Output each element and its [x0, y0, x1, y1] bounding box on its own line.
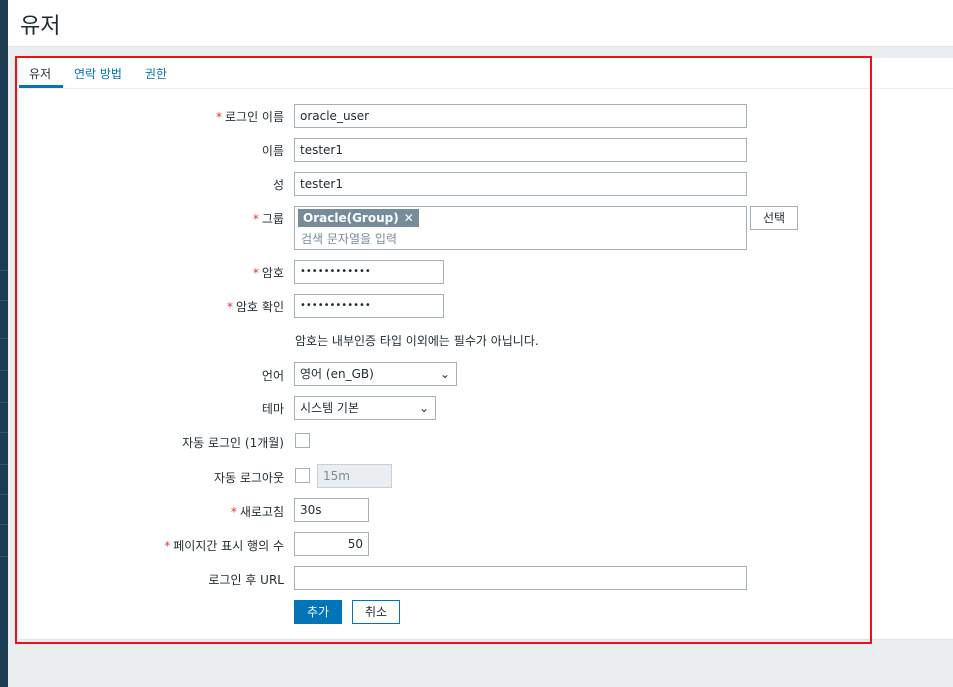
rows-per-page-label: * 페이지간 표시 행의 수 [164, 539, 284, 553]
name-input[interactable]: tester1 [294, 138, 747, 162]
surname-label: 성 [272, 178, 284, 192]
theme-select[interactable]: 시스템 기본 ⌄ [294, 396, 436, 420]
password-input[interactable]: •••••••••••• [294, 260, 444, 284]
rows-per-page-input[interactable]: 50 [294, 532, 369, 556]
tab-permissions[interactable]: 권한 [145, 65, 167, 82]
surname-input[interactable]: tester1 [294, 172, 747, 196]
refresh-label: * 새로고침 [230, 505, 284, 519]
password-confirm-input[interactable]: •••••••••••• [294, 294, 444, 318]
sidebar-strip [0, 0, 8, 687]
tab-bar: 유저 연락 방법 권한 [19, 58, 953, 89]
url-label: 로그인 후 URL [208, 573, 284, 587]
theme-label: 테마 [261, 402, 284, 416]
group-chip: Oracle(Group) ✕ [298, 209, 419, 227]
language-label: 언어 [261, 369, 284, 383]
groups-search-input[interactable]: 검색 문자열을 입력 [301, 230, 397, 247]
autologin-checkbox[interactable] [295, 433, 310, 448]
page-header: 유저 [8, 0, 953, 47]
username-label: * 로그인 이름 [215, 110, 284, 124]
groups-label: * 그룹 [252, 212, 284, 226]
user-form-panel: 유저 연락 방법 권한 * 로그인 이름 oracle_user 이름 teste… [19, 58, 953, 640]
autologin-label: 자동 로그인 (1개월) [182, 436, 284, 450]
password-label: * 암호 [252, 266, 284, 280]
add-button[interactable]: 추가 [294, 600, 342, 624]
groups-select-button[interactable]: 선택 [750, 206, 798, 230]
password-hint: 암호는 내부인증 타입 이외에는 필수가 아닙니다. [295, 334, 539, 348]
name-label: 이름 [261, 144, 284, 158]
password-confirm-label: * 암호 확인 [227, 300, 284, 314]
language-value: 영어 (en_GB) [300, 367, 374, 381]
close-icon[interactable]: ✕ [404, 211, 414, 225]
chevron-down-icon: ⌄ [418, 401, 429, 415]
chevron-down-icon: ⌄ [439, 367, 450, 381]
language-select[interactable]: 영어 (en_GB) ⌄ [294, 362, 457, 386]
url-input[interactable] [294, 566, 747, 590]
autologout-label: 자동 로그아웃 [213, 471, 284, 485]
active-tab-indicator [19, 85, 63, 88]
username-input[interactable]: oracle_user [294, 104, 747, 128]
autologout-input[interactable]: 15m [317, 464, 392, 488]
groups-multiselect[interactable]: Oracle(Group) ✕ 검색 문자열을 입력 [294, 206, 747, 250]
group-chip-label: Oracle(Group) [303, 211, 399, 225]
tab-user[interactable]: 유저 [29, 65, 51, 82]
refresh-input[interactable]: 30s [294, 498, 369, 522]
cancel-button[interactable]: 취소 [352, 600, 400, 624]
autologout-checkbox[interactable] [295, 468, 310, 483]
page-title: 유저 [20, 14, 61, 39]
tab-media[interactable]: 연락 방법 [74, 65, 122, 82]
theme-value: 시스템 기본 [300, 401, 360, 415]
